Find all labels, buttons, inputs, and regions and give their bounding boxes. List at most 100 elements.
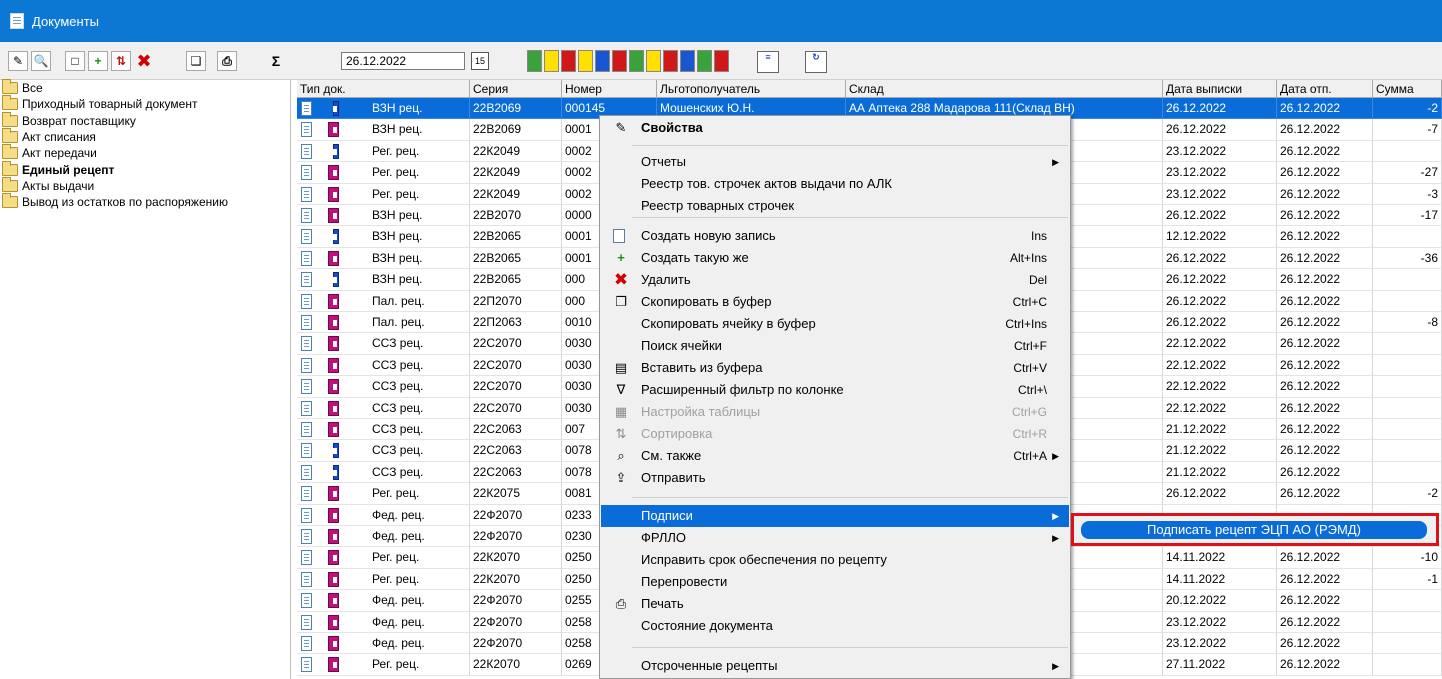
cell-type[interactable]: ССЗ рец. <box>297 333 470 355</box>
cell-sum[interactable] <box>1373 461 1442 484</box>
cell-release-date[interactable]: 26.12.2022 <box>1277 590 1373 612</box>
cell-issue-date[interactable]: 27.11.2022 <box>1163 654 1277 676</box>
cell-release-date[interactable]: 26.12.2022 <box>1277 376 1373 398</box>
cell-type[interactable]: ССЗ рец. <box>297 354 470 377</box>
cell-issue-date[interactable]: 23.12.2022 <box>1163 633 1277 655</box>
cell-series[interactable]: 22К2070 <box>470 568 562 591</box>
cell-series[interactable]: 22К2070 <box>470 654 562 676</box>
context-menu-item[interactable]: ▤ Вставить из буфера Ctrl+V <box>601 357 1069 379</box>
cell-type[interactable]: ВЗН рец. <box>297 226 470 248</box>
cell-sum[interactable] <box>1373 333 1442 355</box>
cell-release-date[interactable]: 26.12.2022 <box>1277 483 1373 505</box>
context-menu-item[interactable]: Исправить срок обеспечения по рецепту <box>601 549 1069 571</box>
cell-issue-date[interactable]: 26.12.2022 <box>1163 269 1277 291</box>
print-icon[interactable]: ⎙ <box>217 51 237 71</box>
cell-type[interactable]: ССЗ рец. <box>297 461 470 484</box>
cell-type[interactable]: Фед. рец. <box>297 526 470 548</box>
cell-type[interactable]: Фед. рец. <box>297 504 470 526</box>
cell-type[interactable]: ВЗН рец. <box>297 98 470 120</box>
duplicate-icon[interactable]: + <box>88 51 108 71</box>
calendar-range-icon[interactable]: ≡ <box>757 51 779 73</box>
tree-item[interactable]: Вывод из остатков по распоряжению <box>0 193 290 210</box>
preview-icon[interactable]: 🔍 <box>31 51 51 71</box>
cell-release-date[interactable]: 26.12.2022 <box>1277 611 1373 633</box>
cell-type[interactable]: Рег. рец. <box>297 568 470 591</box>
cell-release-date[interactable]: 26.12.2022 <box>1277 461 1373 484</box>
cell-series[interactable]: 22К2049 <box>470 162 562 184</box>
column-header-sum[interactable]: Сумма <box>1373 80 1442 98</box>
cell-release-date[interactable]: 26.12.2022 <box>1277 633 1373 655</box>
cell-sum[interactable] <box>1373 633 1442 655</box>
cell-sum[interactable] <box>1373 419 1442 441</box>
sum-icon[interactable]: Σ <box>266 51 286 71</box>
cell-series[interactable]: 22К2070 <box>470 547 562 569</box>
context-menu-item[interactable]: ✖ Удалить Del <box>601 269 1069 291</box>
cell-series[interactable]: 22С2070 <box>470 333 562 355</box>
cell-series[interactable]: 22К2049 <box>470 183 562 205</box>
cell-issue-date[interactable]: 23.12.2022 <box>1163 183 1277 205</box>
cell-sum[interactable] <box>1373 590 1442 612</box>
cell-sum[interactable] <box>1373 654 1442 676</box>
context-menu-item[interactable]: ⇪ Отправить <box>601 467 1069 489</box>
cell-type[interactable]: ССЗ рец. <box>297 397 470 419</box>
new-record-icon[interactable]: □ <box>65 51 85 71</box>
cell-release-date[interactable]: 26.12.2022 <box>1277 205 1373 227</box>
filter-icon[interactable] <box>544 50 559 72</box>
cell-issue-date[interactable]: 20.12.2022 <box>1163 590 1277 612</box>
cell-series[interactable]: 22В2069 <box>470 119 562 141</box>
cell-sum[interactable]: -10 <box>1373 547 1442 569</box>
cell-sum[interactable] <box>1373 226 1442 248</box>
cell-issue-date[interactable]: 22.12.2022 <box>1163 397 1277 419</box>
cell-series[interactable]: 22Ф2070 <box>470 590 562 612</box>
cell-issue-date[interactable]: 26.12.2022 <box>1163 98 1277 120</box>
cell-series[interactable]: 22К2075 <box>470 483 562 505</box>
tree-item[interactable]: Приходный товарный документ <box>0 95 290 112</box>
context-menu-item[interactable]: ∇ Расширенный фильтр по колонке Ctrl+\ <box>601 379 1069 401</box>
cell-series[interactable]: 22В2069 <box>470 98 562 120</box>
cell-series[interactable]: 22С2070 <box>470 376 562 398</box>
context-menu-item[interactable]: + Создать такую же Alt+Ins <box>601 247 1069 269</box>
cell-type[interactable]: ССЗ рец. <box>297 440 470 462</box>
cell-issue-date[interactable]: 21.12.2022 <box>1163 419 1277 441</box>
cell-series[interactable]: 22Ф2070 <box>470 504 562 526</box>
column-header-number[interactable]: Номер <box>562 80 657 98</box>
cell-type[interactable]: ВЗН рец. <box>297 119 470 141</box>
cell-series[interactable]: 22Ф2070 <box>470 611 562 633</box>
cell-issue-date[interactable]: 22.12.2022 <box>1163 354 1277 377</box>
filter-icon[interactable] <box>561 50 576 72</box>
cell-release-date[interactable]: 26.12.2022 <box>1277 140 1373 163</box>
cell-sum[interactable]: -2 <box>1373 483 1442 505</box>
context-menu-item[interactable]: ФРЛЛО ▶ <box>601 527 1069 549</box>
cell-type[interactable]: Пал. рец. <box>297 290 470 312</box>
cell-sum[interactable] <box>1373 269 1442 291</box>
column-header-issue-date[interactable]: Дата выписки <box>1163 80 1277 98</box>
sort-icon[interactable]: ⇅ <box>111 51 131 71</box>
context-menu-item[interactable]: Реестр товарных строчек <box>601 195 1069 217</box>
cell-type[interactable]: ВЗН рец. <box>297 205 470 227</box>
cell-type[interactable]: ССЗ рец. <box>297 376 470 398</box>
cell-release-date[interactable]: 26.12.2022 <box>1277 568 1373 591</box>
filter-icon[interactable] <box>578 50 593 72</box>
tree-item[interactable]: Акт списания <box>0 128 290 145</box>
context-menu-item[interactable]: ⌕ См. также Ctrl+A ▶ <box>601 445 1069 467</box>
cell-series[interactable]: 22В2065 <box>470 269 562 291</box>
cell-issue-date[interactable]: 12.12.2022 <box>1163 226 1277 248</box>
sign-recipe-menu-item[interactable]: Подписать рецепт ЭЦП АО (РЭМД) <box>1081 521 1427 539</box>
cell-series[interactable]: 22К2049 <box>470 140 562 163</box>
cell-release-date[interactable]: 26.12.2022 <box>1277 98 1373 120</box>
cell-sum[interactable]: -8 <box>1373 312 1442 334</box>
cell-sum[interactable] <box>1373 440 1442 462</box>
filter-icon[interactable] <box>697 50 712 72</box>
context-menu-item[interactable]: Перепровести <box>601 571 1069 593</box>
filter-icon[interactable] <box>680 50 695 72</box>
cell-type[interactable]: Рег. рец. <box>297 654 470 676</box>
cell-issue-date[interactable]: 26.12.2022 <box>1163 119 1277 141</box>
cell-release-date[interactable]: 26.12.2022 <box>1277 354 1373 377</box>
cell-sum[interactable] <box>1373 140 1442 163</box>
cell-issue-date[interactable]: 21.12.2022 <box>1163 461 1277 484</box>
calendar-button[interactable]: 15 <box>471 52 489 70</box>
cell-sum[interactable]: -27 <box>1373 162 1442 184</box>
cell-type[interactable]: ВЗН рец. <box>297 247 470 270</box>
context-menu-item[interactable]: Подписи ▶ <box>601 505 1069 527</box>
filter-icon[interactable] <box>646 50 661 72</box>
